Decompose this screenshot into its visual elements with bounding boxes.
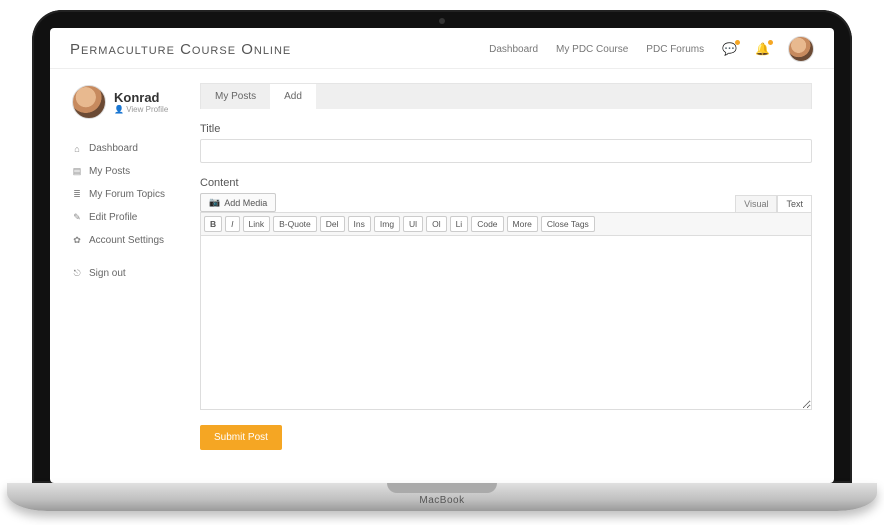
top-nav: Dashboard My PDC Course PDC Forums 💬 🔔 bbox=[489, 36, 814, 62]
sidebar-item-signout[interactable]: ⎋ Sign out bbox=[72, 262, 190, 285]
nav-pdc-forums[interactable]: PDC Forums bbox=[646, 44, 704, 55]
gear-icon: ✿ bbox=[72, 235, 82, 246]
editor-mode-tabs: Visual Text bbox=[735, 195, 812, 212]
tb-more[interactable]: More bbox=[507, 216, 538, 232]
signout-icon: ⎋ bbox=[72, 268, 82, 279]
home-icon: ⌂ bbox=[72, 144, 82, 154]
sidebar-item-label: My Posts bbox=[89, 166, 130, 177]
tb-del[interactable]: Del bbox=[320, 216, 345, 232]
device-label: MacBook bbox=[419, 495, 464, 506]
camera-dot bbox=[439, 18, 445, 24]
tb-bquote[interactable]: B-Quote bbox=[273, 216, 317, 232]
avatar[interactable] bbox=[72, 85, 106, 119]
content-tabs: My Posts Add bbox=[200, 83, 812, 109]
content-label: Content bbox=[200, 177, 812, 189]
tb-li[interactable]: Li bbox=[450, 216, 469, 232]
sidebar-item-label: Dashboard bbox=[89, 143, 138, 154]
sidebar-item-label: Account Settings bbox=[89, 235, 164, 246]
profile-block: Konrad 👤 View Profile bbox=[72, 85, 190, 119]
topbar: Permaculture Course Online Dashboard My … bbox=[50, 28, 834, 69]
add-media-button[interactable]: 📷Add Media bbox=[200, 193, 276, 212]
list-icon: ≣ bbox=[72, 189, 82, 200]
avatar[interactable] bbox=[788, 36, 814, 62]
chat-badge bbox=[735, 40, 740, 45]
mode-tab-visual[interactable]: Visual bbox=[735, 195, 777, 212]
bell-badge bbox=[768, 40, 773, 45]
media-icon: 📷 bbox=[209, 197, 220, 208]
nav-my-pdc-course[interactable]: My PDC Course bbox=[556, 44, 628, 55]
sidebar-item-label: Sign out bbox=[89, 268, 126, 279]
sidebar-item-account-settings[interactable]: ✿ Account Settings bbox=[72, 229, 190, 252]
tb-ins[interactable]: Ins bbox=[348, 216, 371, 232]
sidebar-item-dashboard[interactable]: ⌂ Dashboard bbox=[72, 137, 190, 160]
brand-title: Permaculture Course Online bbox=[70, 41, 291, 58]
edit-icon: ✎ bbox=[72, 212, 82, 223]
submit-post-button[interactable]: Submit Post bbox=[200, 425, 282, 450]
tb-code[interactable]: Code bbox=[471, 216, 503, 232]
content-area: My Posts Add Title Content 📷Add Media Vi… bbox=[200, 69, 834, 483]
tb-link[interactable]: Link bbox=[243, 216, 271, 232]
profile-name: Konrad bbox=[114, 90, 168, 105]
sidebar: Konrad 👤 View Profile ⌂ Dashboard ▤ My Pos… bbox=[50, 69, 200, 483]
laptop-base: MacBook bbox=[7, 483, 877, 511]
tab-add[interactable]: Add bbox=[270, 84, 316, 109]
sidebar-item-my-posts[interactable]: ▤ My Posts bbox=[72, 160, 190, 183]
nav-dashboard[interactable]: Dashboard bbox=[489, 44, 538, 55]
sidebar-item-label: Edit Profile bbox=[89, 212, 137, 223]
file-icon: ▤ bbox=[72, 166, 82, 177]
app-screen: Permaculture Course Online Dashboard My … bbox=[50, 28, 834, 483]
title-label: Title bbox=[200, 123, 812, 135]
sidebar-item-edit-profile[interactable]: ✎ Edit Profile bbox=[72, 206, 190, 229]
tab-my-posts[interactable]: My Posts bbox=[201, 84, 270, 109]
title-input[interactable] bbox=[200, 139, 812, 163]
tb-ul[interactable]: Ul bbox=[403, 216, 423, 232]
bell-icon[interactable]: 🔔 bbox=[755, 42, 770, 56]
sidebar-item-my-forum-topics[interactable]: ≣ My Forum Topics bbox=[72, 183, 190, 206]
tb-img[interactable]: Img bbox=[374, 216, 400, 232]
content-textarea[interactable] bbox=[200, 235, 812, 410]
tb-ol[interactable]: Ol bbox=[426, 216, 447, 232]
view-profile-link[interactable]: 👤 View Profile bbox=[114, 105, 168, 114]
tb-close-tags[interactable]: Close Tags bbox=[541, 216, 595, 232]
tb-bold[interactable]: B bbox=[204, 216, 222, 232]
editor-toolbar: B I Link B-Quote Del Ins Img Ul Ol Li Co… bbox=[200, 212, 812, 235]
sidebar-menu: ⌂ Dashboard ▤ My Posts ≣ My Forum Topics ✎ E… bbox=[72, 137, 190, 252]
tb-italic[interactable]: I bbox=[225, 216, 239, 232]
mode-tab-text[interactable]: Text bbox=[777, 195, 812, 212]
chat-icon[interactable]: 💬 bbox=[722, 42, 737, 56]
sidebar-item-label: My Forum Topics bbox=[89, 189, 165, 200]
